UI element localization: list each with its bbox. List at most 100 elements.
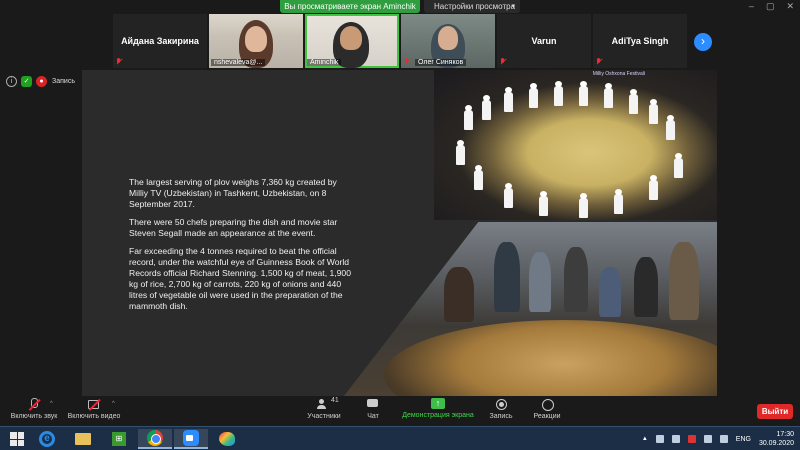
slide-paragraph: The largest serving of plov weighs 7,360… — [129, 177, 337, 209]
next-page-button[interactable]: › — [694, 33, 712, 51]
participant-name: Varun — [531, 36, 557, 46]
slide-paragraph: There were 50 chefs preparing the dish a… — [129, 217, 338, 238]
participant-tile[interactable]: Айдана Закирина — [113, 14, 207, 68]
shield-icon[interactable]: ✓ — [21, 76, 32, 87]
taskbar-app-zoom[interactable] — [174, 429, 208, 449]
participant-video-tile[interactable]: Олег Синяков — [401, 14, 495, 68]
taskbar-app-ie[interactable]: e — [30, 429, 64, 449]
participant-video-face — [340, 26, 362, 50]
chef-figure — [674, 153, 683, 178]
clock[interactable]: 17:30 30.09.2020 — [759, 430, 794, 448]
chef-figure — [504, 87, 513, 112]
app-tray-icon[interactable] — [671, 435, 680, 443]
chat-icon — [366, 398, 380, 410]
windows-taskbar: e ⊞ ▲ ENG 17:30 30.09.2020 — [0, 426, 800, 450]
participant-video-face — [438, 26, 458, 50]
wifi-icon[interactable] — [719, 435, 728, 443]
start-button[interactable] — [0, 429, 34, 449]
taskbar-app-chrome[interactable] — [138, 429, 172, 449]
volume-icon[interactable] — [703, 435, 712, 443]
chef-figure — [666, 115, 675, 140]
zoom-icon — [183, 430, 199, 446]
recording-label: Запись — [52, 78, 75, 85]
internet-explorer-icon: e — [39, 431, 55, 447]
reactions-button[interactable]: Реакции — [530, 398, 564, 420]
chef-figure — [579, 81, 588, 106]
chef-figure — [579, 193, 588, 218]
recording-icon: ● — [36, 76, 47, 87]
leave-meeting-button[interactable]: Выйти — [757, 404, 793, 419]
plov-cauldron — [384, 320, 717, 396]
camera-off-icon — [87, 398, 101, 410]
chef-figure — [474, 165, 483, 190]
chef-figure — [529, 83, 538, 108]
record-button[interactable]: Запись — [486, 398, 516, 420]
muted-mic-icon — [116, 58, 122, 65]
audio-options-caret-icon[interactable]: ^ — [50, 401, 53, 407]
language-indicator[interactable]: ENG — [736, 436, 751, 443]
clock-time: 17:30 — [776, 431, 794, 438]
share-screen-button[interactable]: ↑ Демонстрация экрана — [398, 398, 478, 419]
reactions-label: Реакции — [533, 413, 561, 420]
participant-video-face — [245, 26, 267, 52]
store-icon: ⊞ — [112, 432, 126, 446]
chevron-right-icon: › — [701, 34, 705, 48]
chef-figure — [554, 81, 563, 106]
show-hidden-icons-icon[interactable]: ▲ — [642, 436, 648, 442]
shared-screen-slide: The largest serving of plov weighs 7,360… — [82, 70, 717, 396]
chef-figure — [456, 140, 465, 165]
taskbar-app-paint[interactable] — [210, 429, 244, 449]
person-figure — [599, 267, 621, 317]
participant-tile[interactable]: AdiTya Singh — [593, 14, 687, 68]
video-options-caret-icon[interactable]: ^ — [112, 401, 115, 407]
taskbar-app-explorer[interactable] — [66, 429, 100, 449]
person-figure — [669, 242, 699, 320]
maximize-button[interactable]: ▢ — [766, 0, 775, 13]
network-icon[interactable] — [655, 435, 664, 443]
person-figure — [564, 247, 588, 312]
chevron-down-icon: ▾ — [511, 3, 515, 10]
taskbar-app-store[interactable]: ⊞ — [102, 429, 136, 449]
chef-figure — [539, 191, 548, 216]
chef-figure — [649, 175, 658, 200]
view-options-dropdown[interactable]: Настройки просмотра ▾ — [424, 0, 520, 13]
folder-icon — [75, 433, 91, 445]
person-figure — [634, 257, 658, 317]
viewing-screen-banner: Вы просматриваете экран Aminchik — [280, 0, 420, 13]
participant-video-tile[interactable]: nshevaleva@... — [209, 14, 303, 68]
participants-label: Участники — [307, 413, 341, 420]
muted-mic-icon — [596, 58, 602, 65]
chef-figure — [629, 89, 638, 114]
chef-figure — [464, 105, 473, 130]
chefs-photo: Milliy Oshxona Festivali — [434, 70, 717, 220]
minimize-button[interactable]: – — [749, 0, 754, 13]
share-screen-label: Демонстрация экрана — [402, 412, 474, 419]
zoom-meeting-window: Вы просматриваете экран Aminchik Настрой… — [0, 0, 800, 450]
muted-mic-icon — [404, 58, 410, 65]
participant-strip: Айдана Закирина nshevaleva@... Aminchik … — [113, 14, 687, 68]
chat-button[interactable]: Чат — [358, 398, 388, 420]
participant-name: Aminchik — [307, 59, 342, 66]
meeting-toolbar: Включить звук ^ Включить видео ^ 41 Учас… — [0, 396, 800, 426]
participant-video-tile-active-speaker[interactable]: Aminchik — [305, 14, 399, 68]
antivirus-icon[interactable] — [687, 435, 696, 443]
chef-figure — [614, 189, 623, 214]
chef-figure — [649, 99, 658, 124]
participants-button[interactable]: 41 Участники — [304, 397, 344, 420]
participant-name: nshevaleva@... — [211, 59, 266, 66]
start-video-label: Включить видео — [67, 413, 121, 420]
participant-name: Айдана Закирина — [121, 36, 199, 46]
slide-paragraph: Far exceeding the 4 tonnes required to b… — [129, 246, 351, 311]
participant-tile[interactable]: Varun — [497, 14, 591, 68]
system-tray: ▲ ENG 17:30 30.09.2020 — [642, 427, 794, 450]
unmute-button[interactable]: Включить звук — [4, 398, 64, 420]
record-label: Запись — [489, 413, 513, 420]
close-button[interactable]: ✕ — [786, 0, 794, 13]
person-figure — [444, 267, 474, 322]
chrome-icon — [147, 430, 163, 446]
info-icon[interactable]: i — [6, 76, 17, 87]
window-controls: – ▢ ✕ — [749, 0, 794, 13]
start-video-button[interactable]: Включить видео — [64, 398, 124, 420]
person-figure — [494, 242, 520, 312]
windows-logo-icon — [10, 432, 24, 446]
